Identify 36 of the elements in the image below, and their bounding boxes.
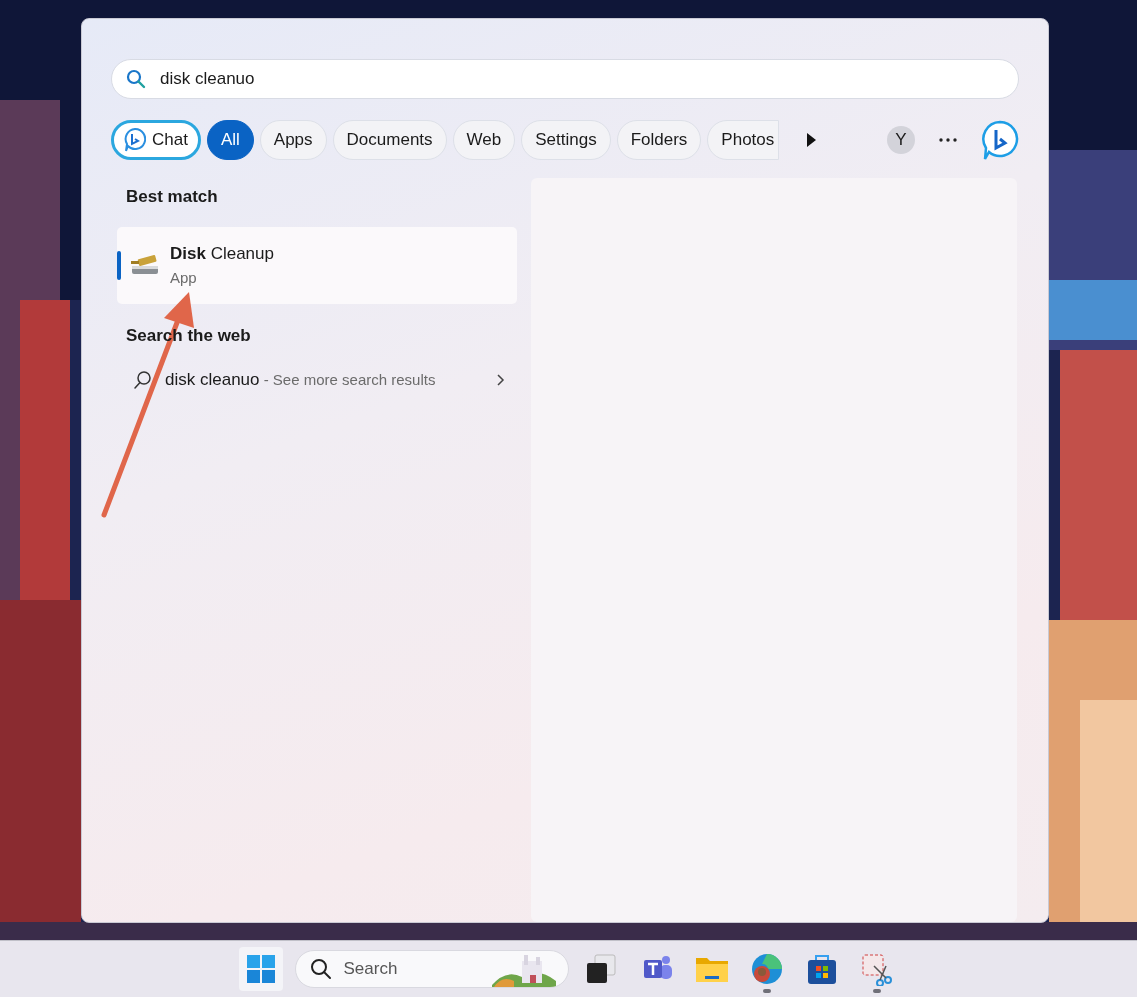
filter-tab[interactable]: All — [206, 120, 254, 160]
query-input[interactable]: disk cleanuo — [160, 66, 1004, 92]
chat-button[interactable]: Chat — [111, 120, 201, 160]
web-result-item[interactable]: disk cleanuo - See more search results — [117, 366, 517, 394]
windows-icon — [245, 954, 276, 984]
web-query: disk cleanuo — [165, 370, 260, 390]
filter-tab[interactable]: Web — [452, 120, 516, 160]
result-type: App — [170, 267, 198, 288]
play-icon[interactable] — [805, 132, 818, 148]
drive-broom-icon — [130, 253, 160, 277]
search-icon — [126, 69, 146, 89]
filter-tab[interactable]: Apps — [259, 120, 327, 160]
section-heading: Best match — [125, 186, 219, 208]
chat-icon — [124, 128, 146, 152]
search-icon — [309, 958, 332, 980]
selection-indicator — [117, 250, 121, 280]
task-view-icon — [585, 952, 619, 986]
browser-icon — [750, 952, 784, 986]
store-icon — [805, 952, 839, 986]
scissors-icon — [860, 952, 894, 986]
taskbar-search-input[interactable]: Search — [341, 955, 482, 983]
filter-tab[interactable]: Photos — [707, 120, 780, 160]
taskbar-search-field[interactable]: Search — [294, 950, 569, 988]
more-icon[interactable] — [939, 138, 957, 142]
result-title: Disk Cleanup — [170, 243, 274, 265]
search-field[interactable]: disk cleanuo — [111, 59, 1019, 99]
chat-icon[interactable] — [981, 120, 1019, 160]
search-icon — [133, 370, 153, 390]
filter-tab[interactable]: Folders — [616, 120, 702, 160]
account-avatar[interactable]: Y — [887, 126, 915, 154]
filter-tab[interactable]: Settings — [521, 120, 611, 160]
web-hint: - See more search results — [263, 371, 436, 389]
filter-tab[interactable]: Documents — [332, 120, 447, 160]
chevron-icon — [495, 373, 505, 387]
start-button[interactable] — [238, 947, 283, 991]
result-item[interactable]: Disk Cleanup App — [117, 226, 517, 304]
